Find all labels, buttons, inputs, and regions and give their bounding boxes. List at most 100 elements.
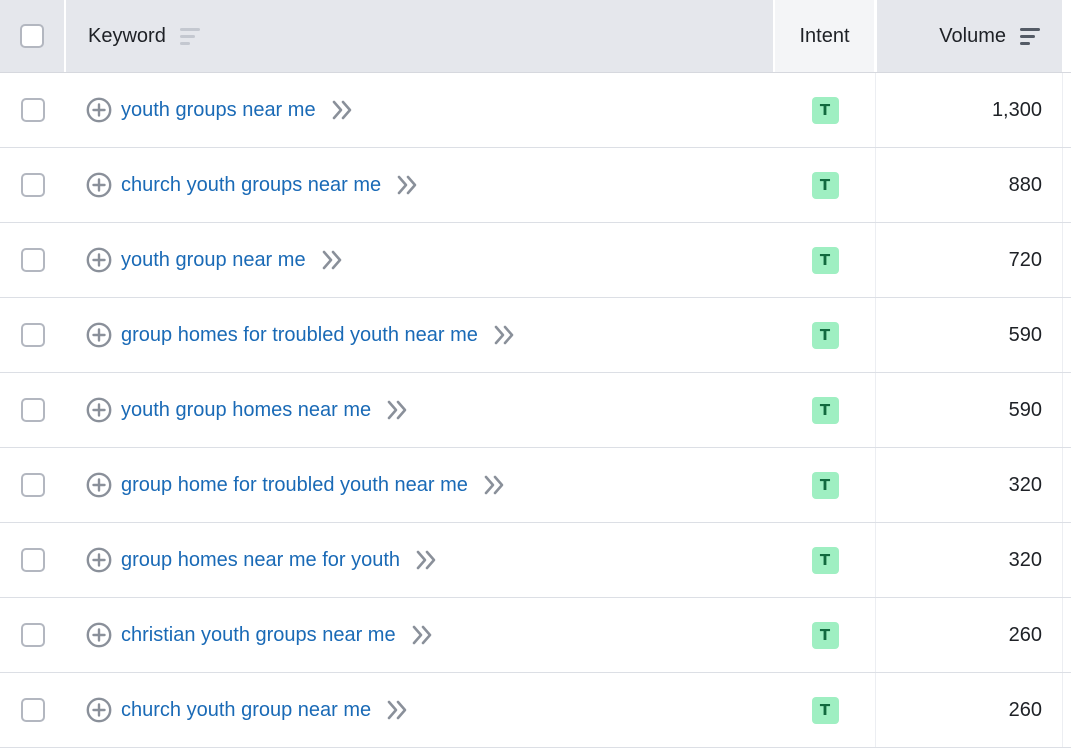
intent-badge[interactable]: T [811,696,839,724]
keyword-cell: group home for troubled youth near me [86,448,774,522]
row-select-cell [0,148,66,222]
row-checkbox[interactable] [21,98,45,122]
intent-cell: T [775,223,876,297]
table-row: church youth group near me T 260 [0,673,1071,748]
plus-circle-icon[interactable] [86,322,112,348]
row-checkbox[interactable] [21,548,45,572]
plus-circle-icon[interactable] [86,97,112,123]
row-checkbox[interactable] [21,323,45,347]
select-all-checkbox[interactable] [20,24,44,48]
intent-cell: T [775,673,876,747]
keyword-cell: youth groups near me [86,73,774,147]
keyword-link[interactable]: youth group homes near me [121,399,371,422]
intent-badge[interactable]: T [811,396,839,424]
volume-cell: 1,300 [991,98,1042,121]
intent-badge[interactable]: T [811,471,839,499]
table-row: group homes near me for youth T 320 [0,523,1071,598]
volume-column-label: Volume [939,24,1006,47]
row-edge [1062,373,1063,447]
keyword-link[interactable]: church youth groups near me [121,174,381,197]
double-chevron-right-icon[interactable] [384,397,410,423]
row-checkbox[interactable] [21,173,45,197]
intent-badge[interactable]: T [811,621,839,649]
table-row: group homes for troubled youth near me T… [0,298,1071,373]
intent-cell: T [775,73,876,147]
plus-circle-icon[interactable] [86,622,112,648]
keyword-cell: church youth group near me [86,673,774,747]
keyword-link[interactable]: group home for troubled youth near me [121,474,468,497]
keyword-link[interactable]: group homes for troubled youth near me [121,324,478,347]
intent-badge[interactable]: T [811,246,839,274]
intent-badge[interactable]: T [811,546,839,574]
volume-sort-icon[interactable] [1020,27,1040,45]
plus-circle-icon[interactable] [86,247,112,273]
row-checkbox[interactable] [21,398,45,422]
double-chevron-right-icon[interactable] [394,172,420,198]
double-chevron-right-icon[interactable] [329,97,355,123]
intent-cell: T [775,598,876,672]
row-select-cell [0,598,66,672]
row-select-cell [0,523,66,597]
volume-cell: 590 [1008,323,1042,346]
row-edge [1062,298,1063,372]
row-select-cell [0,298,66,372]
keyword-link[interactable]: youth groups near me [121,99,316,122]
plus-circle-icon[interactable] [86,472,112,498]
row-checkbox[interactable] [21,623,45,647]
intent-badge[interactable]: T [811,321,839,349]
plus-circle-icon[interactable] [86,697,112,723]
keyword-cell: group homes for troubled youth near me [86,298,774,372]
row-edge [1062,673,1063,747]
row-edge [1062,73,1063,147]
volume-column-header[interactable]: Volume [877,0,1062,72]
keyword-cell: church youth groups near me [86,148,774,222]
table-row: youth group homes near me T 590 [0,373,1071,448]
double-chevron-right-icon[interactable] [384,697,410,723]
plus-circle-icon[interactable] [86,547,112,573]
keyword-column-header[interactable]: Keyword [66,0,773,72]
row-edge [1062,598,1063,672]
row-edge [1062,223,1063,297]
row-edge [1062,448,1063,522]
plus-circle-icon[interactable] [86,172,112,198]
intent-cell: T [775,298,876,372]
volume-cell: 880 [1008,173,1042,196]
volume-cell: 320 [1008,548,1042,571]
row-checkbox[interactable] [21,248,45,272]
keyword-sort-icon[interactable] [179,27,200,45]
table-row: church youth groups near me T 880 [0,148,1071,223]
intent-cell: T [775,523,876,597]
row-select-cell [0,448,66,522]
double-chevron-right-icon[interactable] [319,247,345,273]
row-select-cell [0,73,66,147]
keyword-link[interactable]: youth group near me [121,249,306,272]
table-body: youth groups near me T 1,300 church yout… [0,73,1071,748]
row-select-cell [0,373,66,447]
table-row: group home for troubled youth near me T … [0,448,1071,523]
intent-badge[interactable]: T [811,171,839,199]
double-chevron-right-icon[interactable] [481,472,507,498]
header-edge [1063,0,1071,72]
intent-cell: T [775,448,876,522]
plus-circle-icon[interactable] [86,397,112,423]
keyword-link[interactable]: church youth group near me [121,699,371,722]
keyword-cell: youth group homes near me [86,373,774,447]
table-row: youth group near me T 720 [0,223,1071,298]
intent-column-header: Intent [775,0,874,72]
double-chevron-right-icon[interactable] [409,622,435,648]
keyword-table: Keyword Intent Volume youth groups near … [0,0,1071,748]
double-chevron-right-icon[interactable] [413,547,439,573]
double-chevron-right-icon[interactable] [491,322,517,348]
intent-badge[interactable]: T [811,96,839,124]
table-row: youth groups near me T 1,300 [0,73,1071,148]
table-row: christian youth groups near me T 260 [0,598,1071,673]
header-select-cell [0,0,64,72]
intent-cell: T [775,373,876,447]
keyword-link[interactable]: group homes near me for youth [121,549,400,572]
keyword-link[interactable]: christian youth groups near me [121,624,396,647]
keyword-cell: christian youth groups near me [86,598,774,672]
row-checkbox[interactable] [21,473,45,497]
row-checkbox[interactable] [21,698,45,722]
keyword-column-label: Keyword [88,24,166,47]
intent-column-label: Intent [799,24,850,47]
